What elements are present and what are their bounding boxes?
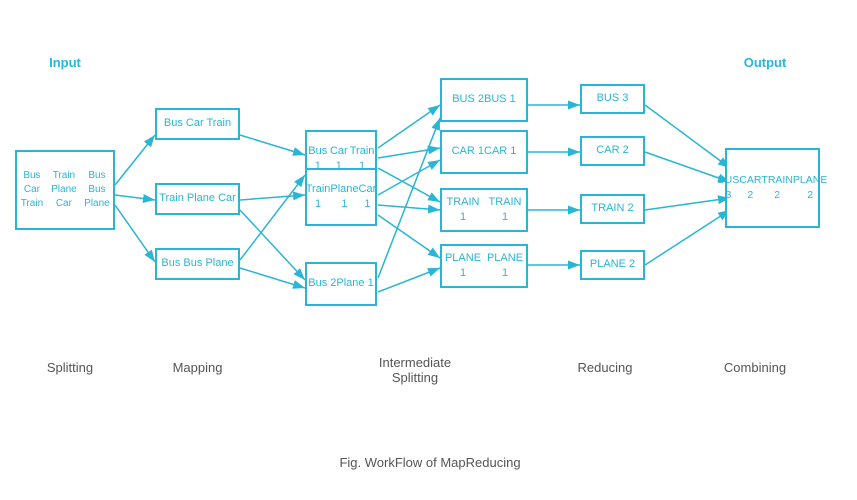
split-box-2: Train 1Plane 1Car 1 <box>305 168 377 226</box>
stage-reducing: Reducing <box>565 360 645 375</box>
reduce-box-3: TRAIN 2 <box>580 194 645 224</box>
input-box: Bus Car TrainTrain Plane CarBus Bus Plan… <box>15 150 115 230</box>
inter-box-1: BUS 2BUS 1 <box>440 78 528 122</box>
inter-box-3: TRAIN 1TRAIN 1 <box>440 188 528 232</box>
stage-splitting: Splitting <box>30 360 110 375</box>
arrows-svg <box>0 0 857 500</box>
stage-mapping: Mapping <box>155 360 240 375</box>
map-box-3: Bus Bus Plane <box>155 248 240 280</box>
output-label: Output <box>725 55 805 70</box>
inter-box-2: CAR 1CAR 1 <box>440 130 528 174</box>
map-box-2: Train Plane Car <box>155 183 240 215</box>
reduce-box-4: PLANE 2 <box>580 250 645 280</box>
fig-caption: Fig. WorkFlow of MapReducing <box>280 455 580 470</box>
diagram: Input Bus Car TrainTrain Plane CarBus Bu… <box>0 0 857 500</box>
reduce-box-1: BUS 3 <box>580 84 645 114</box>
stage-combining: Combining <box>710 360 800 375</box>
input-label: Input <box>30 55 100 70</box>
map-box-1: Bus Car Train <box>155 108 240 140</box>
split-box-3: Bus 2Plane 1 <box>305 262 377 306</box>
stage-intermediate: IntermediateSplitting <box>360 355 470 385</box>
reduce-box-2: CAR 2 <box>580 136 645 166</box>
output-box: BUS 3CAR 2TRAIN 2PLANE 2 <box>725 148 820 228</box>
inter-box-4: PLANE 1PLANE 1 <box>440 244 528 288</box>
